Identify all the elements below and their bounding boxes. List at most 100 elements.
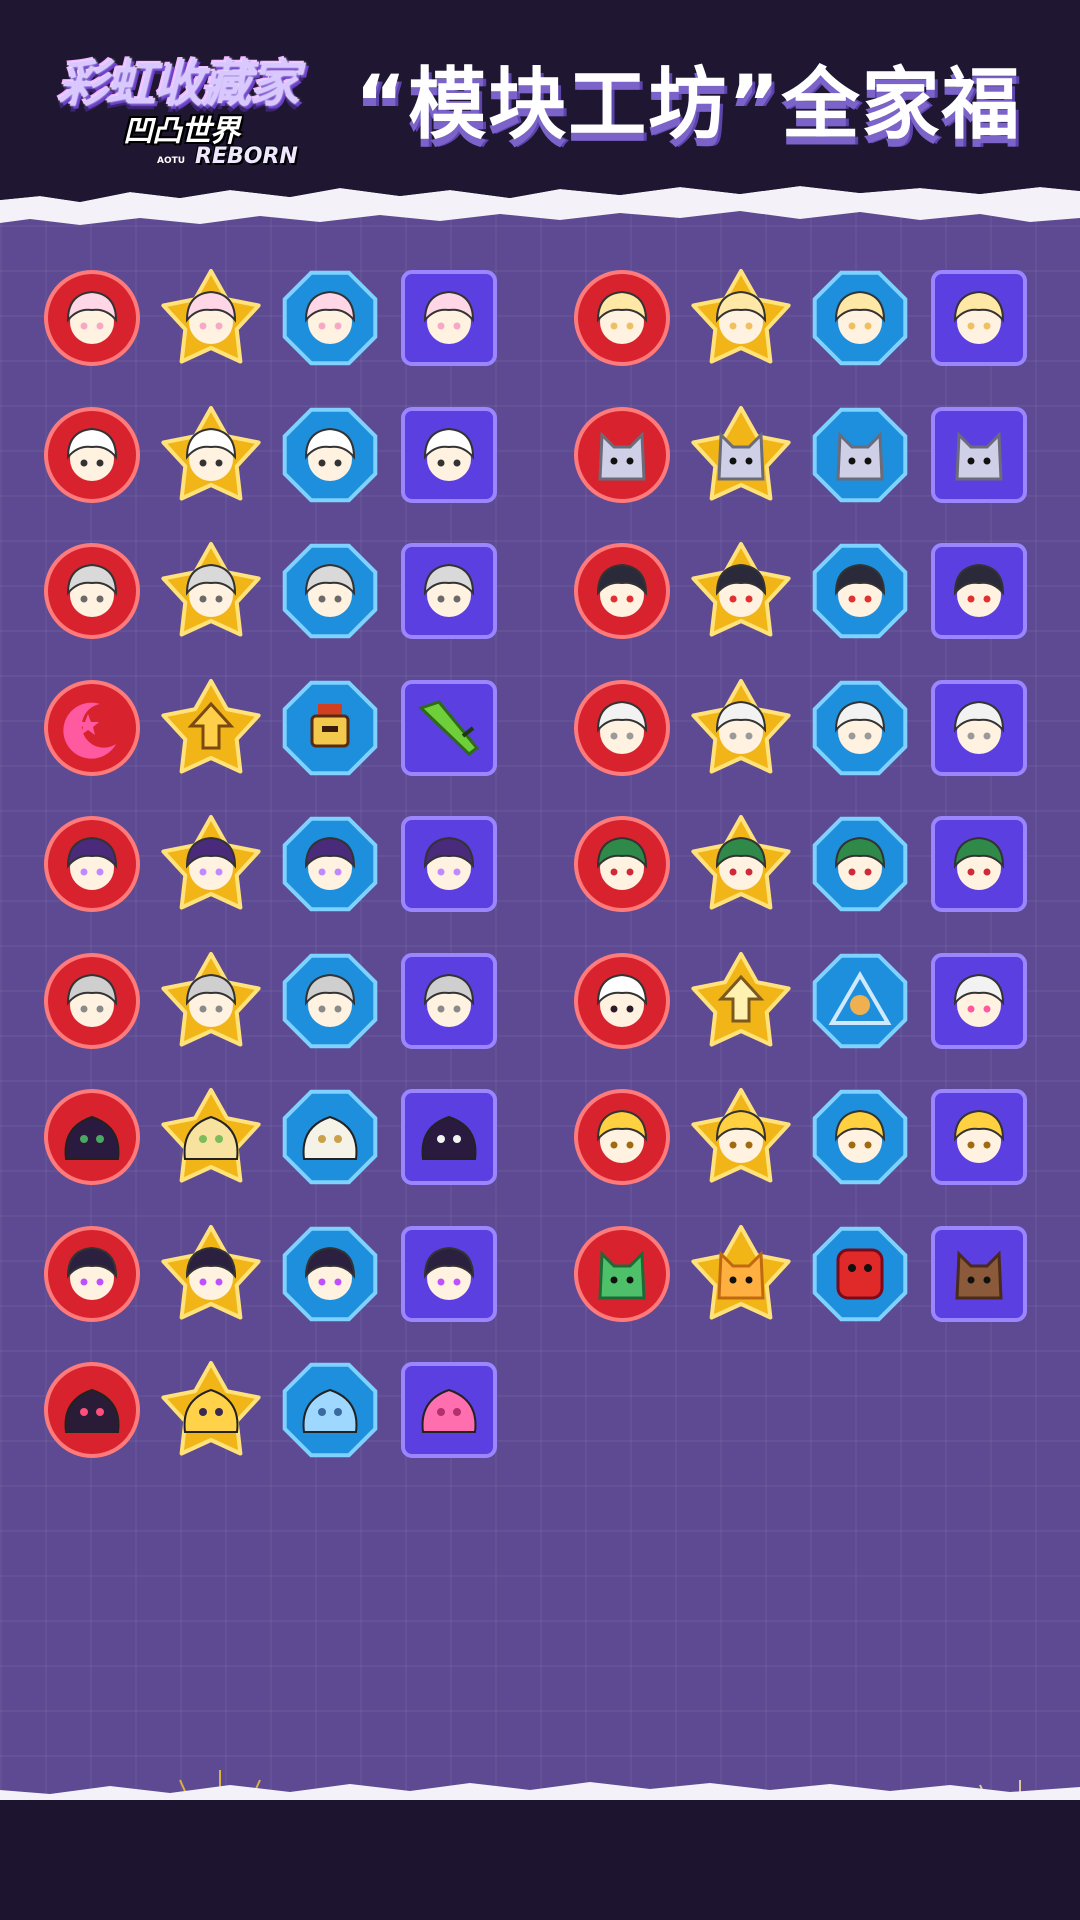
yellow-hair-boy-icon (834, 1109, 886, 1163)
badge-square (399, 268, 499, 368)
purple-ghost-icon (185, 836, 237, 890)
dark-hooded-icon (185, 1246, 237, 1300)
badge-star (161, 268, 261, 368)
badge-octagon (280, 1087, 380, 1187)
badge-star (161, 405, 261, 505)
pixel-grey-hair-icon (304, 563, 356, 617)
footer-bar (0, 1800, 1080, 1920)
dark-hooded-icon (66, 1246, 118, 1300)
badge-square (399, 814, 499, 914)
badge-circle (572, 1087, 672, 1187)
badge-star (691, 678, 791, 778)
white-spiky-face-icon (66, 427, 118, 481)
badge-circle (42, 1087, 142, 1187)
red-hat-boy-icon (953, 563, 1005, 617)
green-cap-masked-icon (596, 836, 648, 890)
torn-paper-edge-top (0, 178, 1080, 225)
pink-glasses-icon (953, 973, 1005, 1027)
badge-circle (572, 814, 672, 914)
badge-square (929, 405, 1029, 505)
badge-star (691, 814, 791, 914)
green-cap-masked-icon (715, 836, 767, 890)
purple-ghost-icon (423, 836, 475, 890)
red-hat-boy-icon (596, 563, 648, 617)
purple-ghost-icon (66, 836, 118, 890)
pink-flower-hair-icon (304, 290, 356, 344)
yellow-hair-boy-icon (596, 1109, 648, 1163)
badge-octagon (280, 405, 380, 505)
badge-square (399, 1224, 499, 1324)
badge-square (929, 814, 1029, 914)
badge-circle (572, 405, 672, 505)
badge-octagon (280, 814, 380, 914)
badge-circle (42, 678, 142, 778)
badge-octagon (810, 405, 910, 505)
badge-square (929, 1087, 1029, 1187)
grey-spiky-icon (423, 973, 475, 1027)
grey-spiky-icon (304, 973, 356, 1027)
dark-hooded-icon (304, 1246, 356, 1300)
badge-octagon (280, 268, 380, 368)
dark-hooded-icon (423, 1246, 475, 1300)
badge-square (929, 951, 1029, 1051)
pixel-grey-hair-icon (423, 563, 475, 617)
yellow-hair-boy-icon (953, 1109, 1005, 1163)
green-cap-masked-icon (834, 836, 886, 890)
pink-flower-hair-icon (66, 290, 118, 344)
badge-octagon (280, 678, 380, 778)
badge-star (691, 951, 791, 1051)
badge-octagon (810, 814, 910, 914)
blonde-girl-icon (953, 290, 1005, 344)
blonde-girl-icon (596, 290, 648, 344)
badge-star (161, 541, 261, 641)
badge-square (399, 951, 499, 1051)
badge-star (161, 951, 261, 1051)
pixel-white-hair-icon (715, 700, 767, 754)
badge-circle (42, 268, 142, 368)
pink-flower-hair-icon (185, 290, 237, 344)
pixel-grey-hair-icon (66, 563, 118, 617)
badge-octagon (280, 951, 380, 1051)
badge-octagon (280, 541, 380, 641)
badge-square (929, 678, 1029, 778)
blonde-girl-icon (715, 290, 767, 344)
yellow-hair-boy-icon (715, 1109, 767, 1163)
badge-octagon (280, 1224, 380, 1324)
red-cube-icon (836, 1248, 884, 1299)
badge-square (399, 405, 499, 505)
badge-circle (42, 951, 142, 1051)
badge-octagon (810, 1087, 910, 1187)
badge-circle (572, 951, 672, 1051)
white-spiky-face-icon (423, 427, 475, 481)
blonde-girl-icon (834, 290, 886, 344)
badge-circle (572, 1224, 672, 1324)
badge-star (691, 541, 791, 641)
badge-circle (572, 268, 672, 368)
badge-square (399, 541, 499, 641)
badge-circle (42, 405, 142, 505)
badge-octagon (810, 951, 910, 1051)
white-spiky-face-icon (185, 427, 237, 481)
red-hat-boy-icon (715, 563, 767, 617)
badge-square (399, 678, 499, 778)
pink-flower-hair-icon (423, 290, 475, 344)
logo-small-text: AOTU (157, 156, 186, 166)
badge-star (161, 678, 261, 778)
badge-square (929, 541, 1029, 641)
badge-star (691, 405, 791, 505)
badge-square (399, 1360, 499, 1460)
badge-circle (572, 678, 672, 778)
purple-ghost-icon (304, 836, 356, 890)
badge-octagon (810, 541, 910, 641)
pixel-white-hair-icon (834, 700, 886, 754)
badge-square (399, 1087, 499, 1187)
page-title: “模块工坊”全家福 (355, 60, 1022, 150)
badge-octagon (810, 268, 910, 368)
game-logo: 彩虹收藏家 凹凸世界 AOTU REBORN (45, 38, 310, 169)
badge-square (929, 1224, 1029, 1324)
pixel-white-hair-icon (596, 700, 648, 754)
pixel-grey-hair-icon (185, 563, 237, 617)
badge-star (161, 1224, 261, 1324)
badge-circle (42, 1360, 142, 1460)
badge-circle (572, 541, 672, 641)
